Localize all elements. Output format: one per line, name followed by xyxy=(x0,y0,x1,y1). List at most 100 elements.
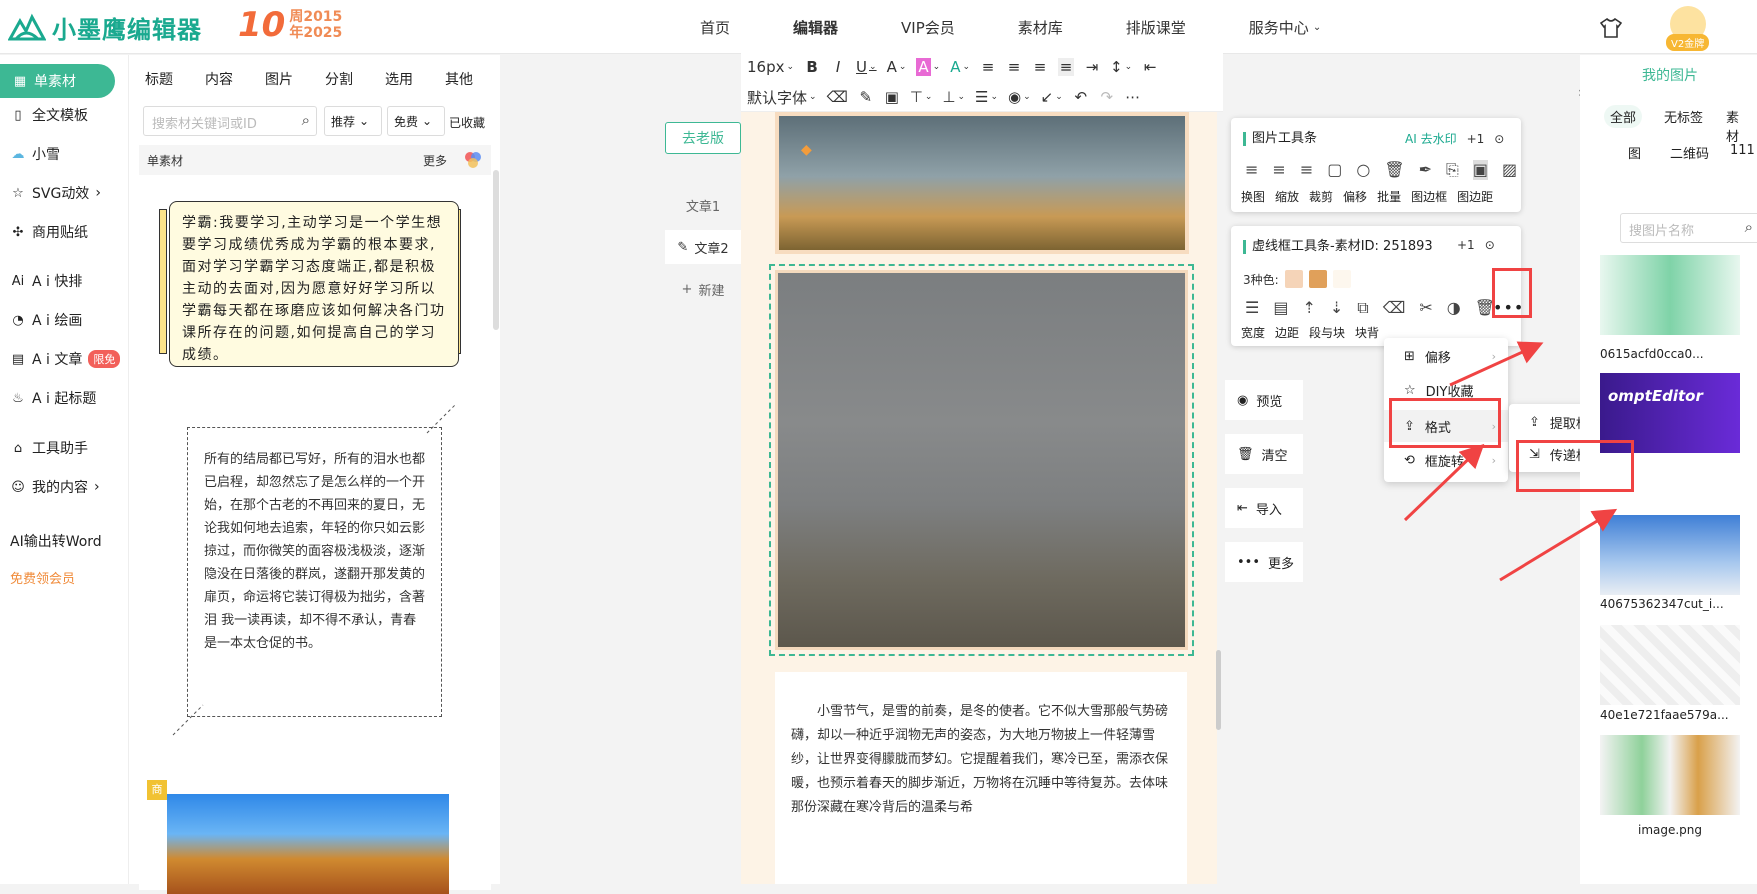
selected-frame-image[interactable] xyxy=(769,264,1194,656)
search-icon[interactable]: ⌕ xyxy=(302,111,310,129)
tab-divider[interactable]: 分割 xyxy=(309,69,369,89)
undo-icon[interactable]: ↶ xyxy=(1073,88,1089,106)
more-icon[interactable]: ⋯ xyxy=(1125,88,1141,106)
margin-label[interactable]: 边距 xyxy=(1275,324,1299,341)
trash-icon[interactable]: 🗑 xyxy=(1384,160,1404,180)
play-circle-icon[interactable]: ⊙ xyxy=(1485,238,1495,252)
sort-select[interactable]: 推荐 ⌄ xyxy=(324,106,382,136)
preview-button[interactable]: ◉ 预览 xyxy=(1225,380,1303,420)
line-height-icon[interactable]: ↕ ⌄ xyxy=(1110,58,1132,76)
format-brush-icon[interactable]: ✎ xyxy=(858,88,874,106)
block-background-label[interactable]: 块背 xyxy=(1355,324,1379,341)
image-icon[interactable]: ▨ xyxy=(1502,160,1517,180)
more-link[interactable]: 更多 xyxy=(423,152,447,169)
nav-service[interactable]: 服务中心 ⌄ xyxy=(1249,17,1321,38)
align-right-icon[interactable]: ≡ xyxy=(1300,160,1313,180)
divider-icon[interactable]: ⊤ ⌄ xyxy=(910,88,933,106)
circle-icon[interactable]: ○ xyxy=(1356,160,1370,180)
user-avatar[interactable]: V2金牌 xyxy=(1666,6,1710,51)
align-center-icon[interactable]: ≡ xyxy=(1272,160,1285,180)
material-card[interactable]: 所有的结局都已写好，所有的泪水也都已启程，却忽然忘了是怎么样的一个开始，在那个古… xyxy=(139,387,491,773)
image-thumb[interactable] xyxy=(1600,625,1740,705)
material-card[interactable]: 商 xyxy=(139,780,491,894)
font-size-select[interactable]: 16px ⌄ xyxy=(747,58,794,76)
filter-material[interactable]: 素材 xyxy=(1720,105,1757,147)
filter-111[interactable]: 111 xyxy=(1730,143,1755,158)
redo-icon[interactable]: ↷ xyxy=(1099,88,1115,106)
paragraph-block-label[interactable]: 段与块 xyxy=(1309,324,1345,341)
highlight-icon[interactable]: A ⌄ xyxy=(916,58,940,76)
contrast-icon[interactable]: ◑ xyxy=(1447,298,1461,318)
scale-label[interactable]: 缩放 xyxy=(1275,188,1299,205)
exit-icon[interactable]: ⇤ xyxy=(1142,58,1158,76)
rail-full-template[interactable]: ▯ 全文模板 xyxy=(10,105,88,125)
bold-icon[interactable]: B xyxy=(804,58,820,76)
ai-watermark-button[interactable]: AI 去水印 xyxy=(1405,130,1457,147)
new-article-button[interactable]: + 新建 xyxy=(665,272,741,306)
shirt-icon[interactable] xyxy=(1600,18,1622,38)
spacing-icon[interactable]: ⊥ ⌄ xyxy=(942,88,965,106)
my-images-title[interactable]: 我的图片 xyxy=(1642,65,1698,85)
image-thumb[interactable] xyxy=(1600,735,1740,815)
image-border-label[interactable]: 图边框 xyxy=(1411,188,1447,205)
image-icon[interactable]: ▣ xyxy=(884,88,900,106)
tab-image[interactable]: 图片 xyxy=(249,69,309,89)
copy-icon[interactable]: ⧉ xyxy=(1357,298,1368,318)
tab-other[interactable]: 其他 xyxy=(429,69,489,89)
material-card[interactable]: 学霸:我要学习,主动学习是一个学生想要学习成绩优秀成为学霸的根本要求,面对学习学… xyxy=(139,179,491,379)
editor-paragraph[interactable]: 小雪节气，是雪的前奏，是冬的使者。它不似大雪那般气势磅礴，却以一种近乎润物无声的… xyxy=(775,672,1187,884)
indent-icon[interactable]: ⇥ xyxy=(1084,58,1100,76)
rail-free-vip[interactable]: 免费领会员 xyxy=(10,568,75,587)
image-margin-label[interactable]: 图边距 xyxy=(1457,188,1493,205)
rail-xiaoxue[interactable]: ☁ 小雪 xyxy=(10,144,61,164)
rail-svg-animation[interactable]: ☆ SVG动效 › xyxy=(10,183,101,203)
color-swatch[interactable] xyxy=(1308,270,1327,288)
filter-qrcode[interactable]: 二维码 xyxy=(1670,143,1709,162)
article-item-active[interactable]: ✎ 文章2 xyxy=(665,230,741,264)
align-left-icon[interactable]: ≡ xyxy=(980,58,996,76)
rail-ai-title[interactable]: ♨ A i 起标题 xyxy=(10,388,96,408)
eraser-icon[interactable]: ⌫ xyxy=(1383,298,1406,318)
font-family-select[interactable]: 默认字体 ⌄ xyxy=(747,87,817,108)
image-thumb[interactable] xyxy=(1600,255,1740,335)
rail-ai-layout[interactable]: Ai A i 快排 xyxy=(10,271,83,291)
rail-ai-paint[interactable]: ◔ A i 绘画 xyxy=(10,310,82,330)
align-right-icon[interactable]: ≡ xyxy=(1032,58,1048,76)
font-color-icon[interactable]: A ⌄ xyxy=(887,58,907,76)
nav-vip[interactable]: VIP会员 xyxy=(901,17,955,38)
justify-icon[interactable]: ≡ xyxy=(1058,58,1075,76)
sort-down-icon[interactable]: ⇣ xyxy=(1330,298,1343,318)
reeds-image-top[interactable]: ◆ xyxy=(775,112,1189,254)
rail-ai-article[interactable]: ▤ A i 文章 限免 xyxy=(10,349,121,369)
border-icon[interactable]: ▣ xyxy=(1472,160,1488,180)
italic-icon[interactable]: I xyxy=(830,58,846,76)
menu-frame-rotate[interactable]: ⟲ 框旋转 › xyxy=(1384,444,1508,476)
play-circle-icon[interactable]: ⊙ xyxy=(1494,132,1504,146)
rail-stickers[interactable]: ✣ 商用贴纸 xyxy=(10,222,88,242)
link-icon[interactable]: ⎘ xyxy=(1446,160,1459,180)
replace-image-label[interactable]: 换图 xyxy=(1241,188,1265,205)
price-select[interactable]: 免费 ⌄ xyxy=(387,106,445,136)
rail-my-content[interactable]: ☺ 我的内容 › xyxy=(10,477,99,497)
align-center-icon[interactable]: ≡ xyxy=(1006,58,1022,76)
scissors-icon[interactable]: ✂ xyxy=(1419,298,1432,318)
offset-label[interactable]: 偏移 xyxy=(1343,188,1367,205)
align-left-icon[interactable]: ≡ xyxy=(1245,160,1258,180)
image-search-input[interactable]: 搜图片名称 ⌕ xyxy=(1620,213,1757,243)
bulb-icon[interactable]: ◉ ⌄ xyxy=(1008,88,1031,106)
import-button[interactable]: ⇤ 导入 xyxy=(1225,488,1303,528)
color-swatch[interactable] xyxy=(1332,270,1351,288)
material-scrollbar[interactable] xyxy=(493,170,499,330)
underline-icon[interactable]: U ⌄ xyxy=(856,58,877,76)
text-effect-icon[interactable]: A ⌄ xyxy=(950,58,970,76)
rail-single-material[interactable]: ▦ 单素材 xyxy=(0,64,115,98)
nav-home[interactable]: 首页 xyxy=(700,17,730,38)
article-item[interactable]: 文章1 xyxy=(665,188,741,222)
margin-icon[interactable]: ☰ ⌄ xyxy=(975,88,998,106)
color-swatch[interactable] xyxy=(1284,270,1303,288)
more-button[interactable]: ••• 更多 xyxy=(1225,542,1303,582)
filter-image[interactable]: 图 xyxy=(1628,143,1641,162)
filter-untagged[interactable]: 无标签 xyxy=(1658,105,1709,128)
nav-materials[interactable]: 素材库 xyxy=(1018,17,1063,38)
eraser-icon[interactable]: ⌫ xyxy=(827,88,848,106)
